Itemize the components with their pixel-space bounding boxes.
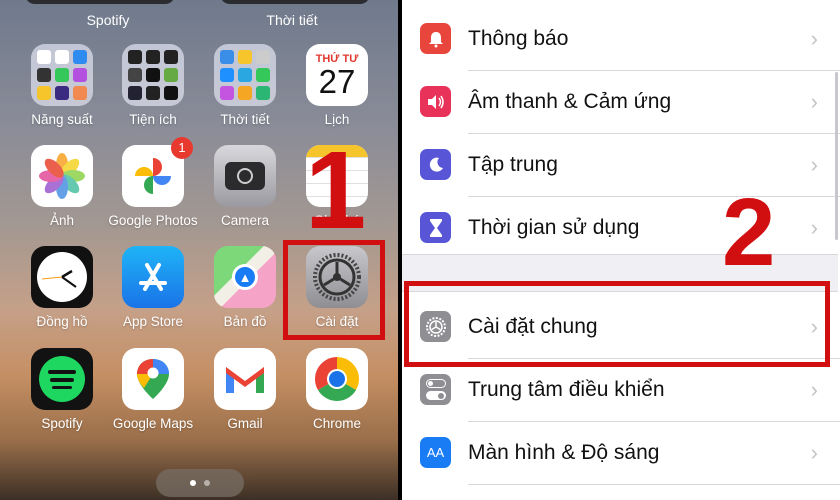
maps-icon: ▲ [214, 246, 276, 308]
settings-app-highlight [283, 240, 385, 340]
app-ban-do[interactable]: ▲ Bản đồ [199, 246, 291, 329]
chevron-right-icon: › [810, 439, 818, 465]
page-dot [204, 480, 210, 486]
home-screen: Spotify Thời tiết Năng suất Tiện ích Thờ… [0, 0, 398, 500]
notification-badge: 1 [171, 137, 193, 159]
app-label: Lịch [324, 112, 350, 127]
app-label: Ảnh [49, 213, 75, 228]
chevron-right-icon: › [810, 376, 818, 402]
app-google-photos[interactable]: 1 Google Photos [107, 137, 199, 228]
app-label: App Store [122, 314, 184, 329]
google-maps-icon [122, 348, 184, 410]
app-tien-ich-folder[interactable]: Tiện ích [107, 44, 199, 127]
app-label: Spotify [41, 416, 83, 431]
app-lich[interactable]: THỨ TƯ 27 Lịch [291, 44, 383, 127]
gmail-icon [214, 348, 276, 410]
camera-icon [214, 145, 276, 207]
app-label: Google Photos [108, 213, 198, 228]
app-label: Chrome [312, 416, 361, 431]
spotify-icon [31, 348, 93, 410]
app-gmail[interactable]: Gmail [199, 348, 291, 431]
settings-item-label: Màn hình & Độ sáng [468, 440, 660, 464]
productivity-folder-icon [31, 44, 93, 106]
step-number-2: 2 [722, 179, 776, 286]
settings-item-label: Thông báo [468, 26, 569, 50]
app-camera[interactable]: Camera [199, 145, 291, 228]
app-nang-suat-folder[interactable]: Năng suất [16, 44, 108, 127]
chevron-right-icon: › [810, 151, 818, 177]
general-settings-highlight [404, 281, 830, 367]
page-dot-active [190, 480, 196, 486]
chevron-right-icon: › [810, 25, 818, 51]
scrollbar[interactable] [835, 72, 838, 240]
page-indicator[interactable] [156, 469, 244, 497]
spotify-widget[interactable] [25, 0, 175, 4]
weather-folder-icon [214, 44, 276, 106]
chevron-right-icon: › [810, 214, 818, 240]
app-label: Thời tiết [220, 112, 270, 127]
app-label: Gmail [227, 416, 263, 431]
app-label: Đồng hồ [36, 314, 88, 329]
settings-item-sounds[interactable]: Âm thanh & Cảm ứng › [402, 70, 838, 133]
app-label: Tiện ích [129, 112, 177, 127]
chevron-right-icon: › [810, 88, 818, 114]
app-thoi-tiet-folder[interactable]: Thời tiết [199, 44, 291, 127]
moon-icon [420, 149, 451, 180]
widget-label-weather: Thời tiết [266, 12, 318, 28]
settings-item-notifications[interactable]: Thông báo › [402, 7, 838, 70]
speaker-icon [420, 86, 451, 117]
settings-item-display[interactable]: AA Màn hình & Độ sáng › [402, 421, 838, 484]
hourglass-icon [420, 212, 451, 243]
chrome-icon [306, 348, 368, 410]
settings-item-control-center[interactable]: Trung tâm điều khiển › [402, 358, 838, 421]
app-chrome[interactable]: Chrome [291, 348, 383, 431]
app-spotify[interactable]: Spotify [16, 348, 108, 431]
app-store-icon [122, 246, 184, 308]
step-number-1: 1 [305, 129, 367, 252]
app-label: Camera [220, 213, 269, 228]
settings-item-label: Thời gian sử dụng [468, 215, 640, 239]
text-size-icon: AA [420, 437, 451, 468]
utilities-folder-icon [122, 44, 184, 106]
app-anh[interactable]: Ảnh [16, 145, 108, 228]
bell-icon [420, 23, 451, 54]
app-app-store[interactable]: App Store [107, 246, 199, 329]
app-label: Bản đồ [223, 314, 267, 329]
clock-icon [31, 246, 93, 308]
settings-item-label: Âm thanh & Cảm ứng [468, 89, 672, 113]
app-dong-ho[interactable]: Đồng hồ [16, 246, 108, 329]
weather-widget[interactable] [220, 0, 370, 4]
calendar-day: 27 [318, 63, 356, 100]
calendar-icon: THỨ TƯ 27 [306, 44, 368, 106]
app-label: Năng suất [31, 112, 93, 127]
settings-item-label: Tập trung [468, 152, 558, 176]
photos-icon [31, 145, 93, 207]
settings-item-label: Trung tâm điều khiển [468, 377, 665, 401]
app-label: Google Maps [112, 416, 194, 431]
widget-label-spotify: Spotify [86, 12, 130, 28]
toggles-icon [420, 374, 451, 405]
app-google-maps[interactable]: Google Maps [107, 348, 199, 431]
divider [468, 484, 840, 485]
